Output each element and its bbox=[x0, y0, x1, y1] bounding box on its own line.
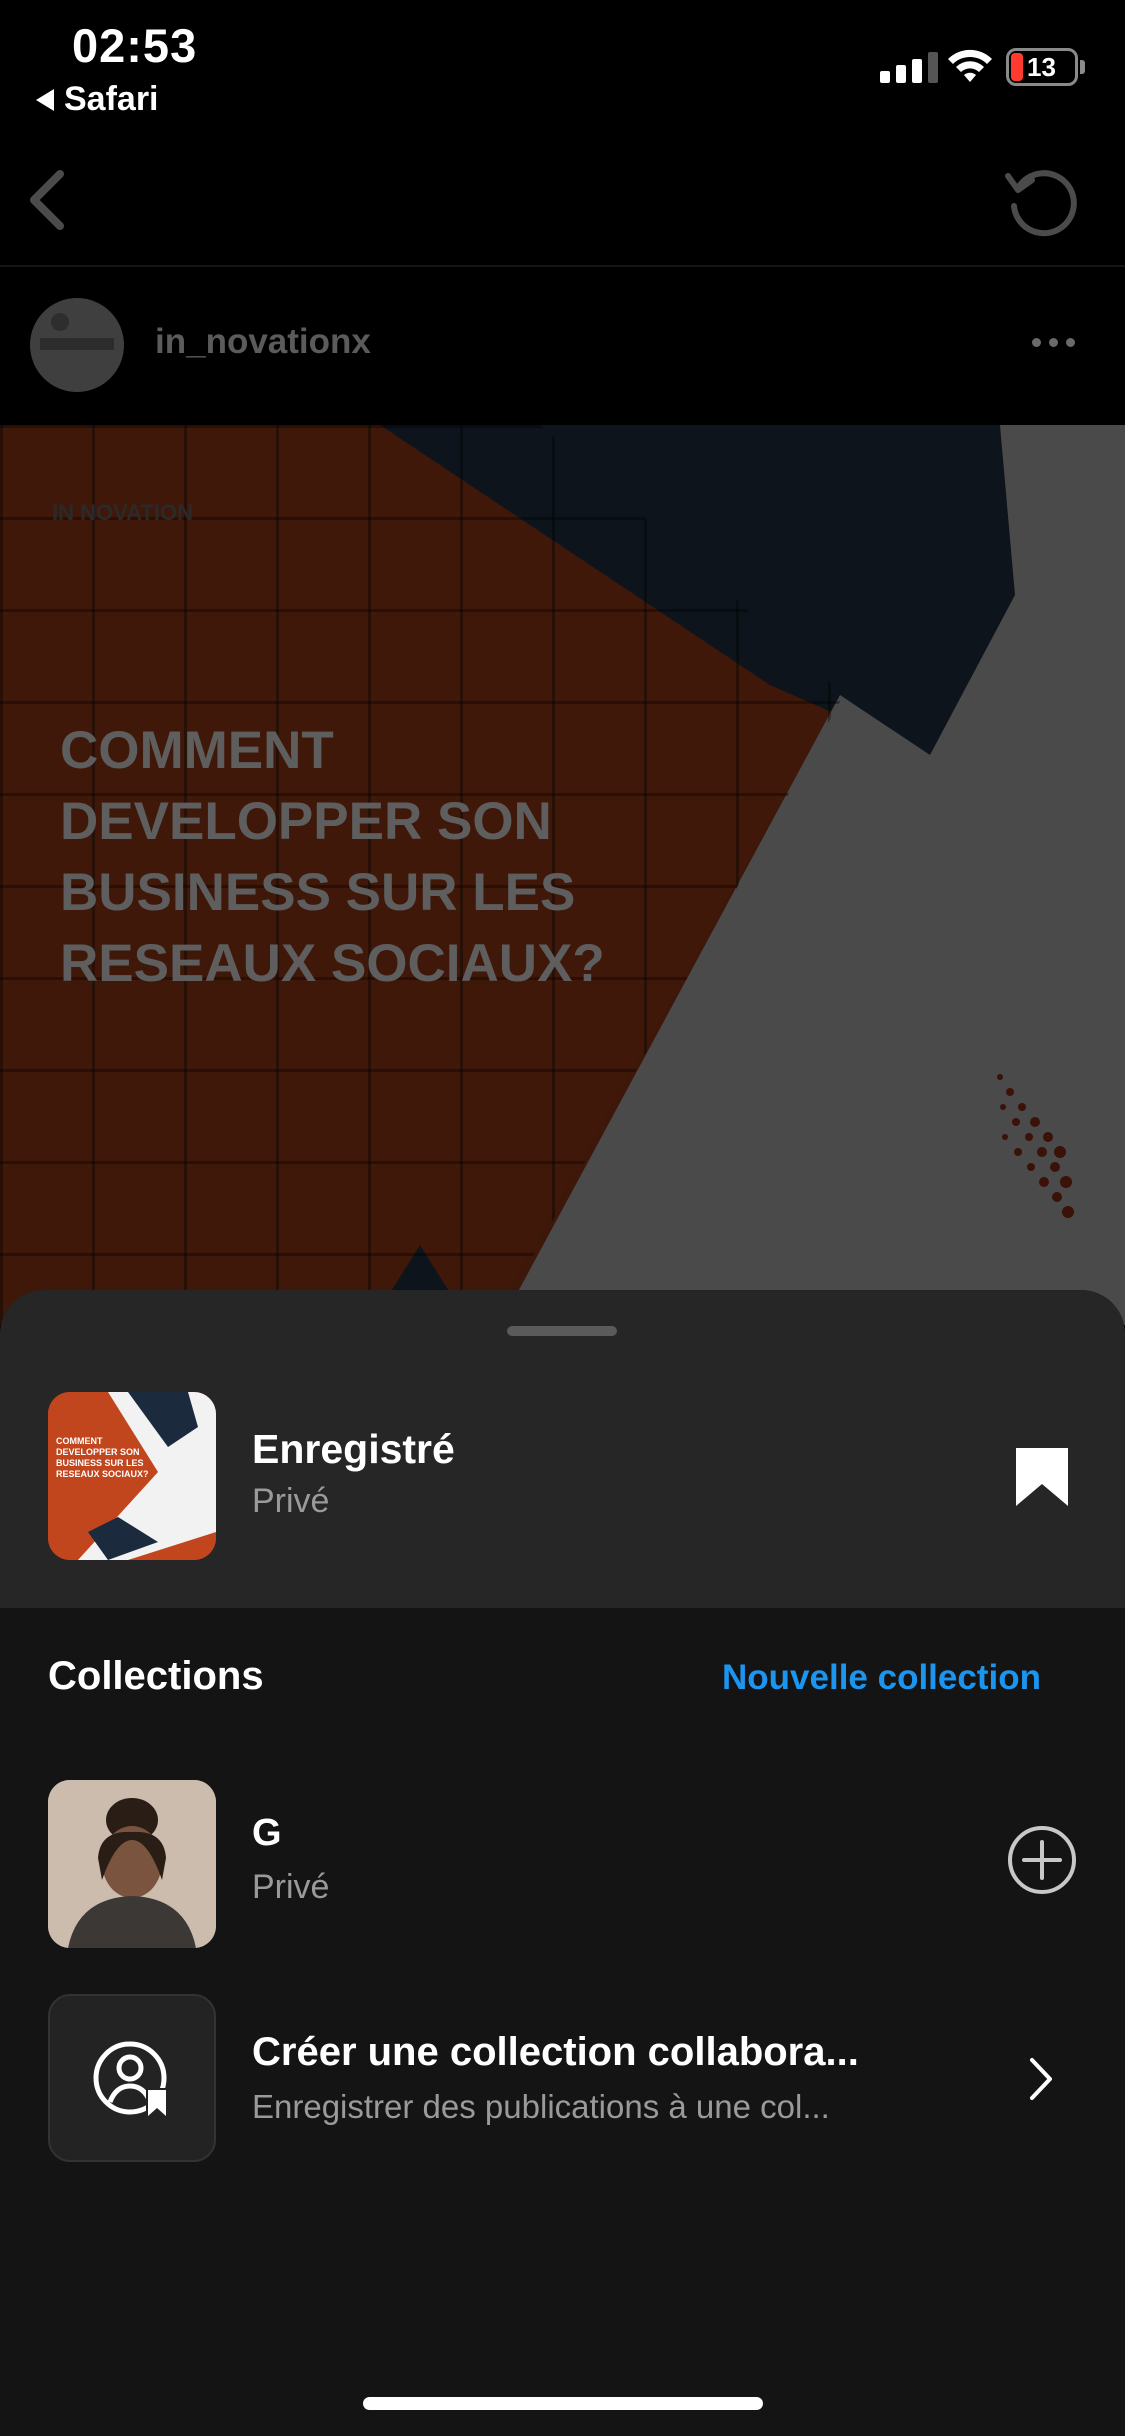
status-time: 02:53 bbox=[72, 19, 198, 72]
collection-privacy: Privé bbox=[252, 1868, 330, 1906]
sheet-grabber[interactable] bbox=[507, 1326, 617, 1336]
save-sheet: COMMENT DEVELOPPER SON BUSINESS SUR LES … bbox=[0, 1290, 1125, 2436]
lightbulb-icon bbox=[30, 298, 124, 392]
divider bbox=[0, 265, 1125, 267]
collab-collection-subtitle: Enregistrer des publications à une col..… bbox=[252, 2088, 830, 2125]
collab-collection-title: Créer une collection collabora... bbox=[252, 2030, 859, 2074]
collection-title: G bbox=[252, 1812, 282, 1854]
saved-title: Enregistré bbox=[252, 1426, 455, 1472]
back-chevron-icon[interactable] bbox=[18, 160, 78, 240]
refresh-icon[interactable] bbox=[1000, 158, 1084, 242]
collab-user-bookmark-icon bbox=[93, 2041, 168, 2116]
post-logo: IN NOVATION bbox=[52, 500, 193, 525]
back-triangle-icon bbox=[36, 88, 54, 111]
post-headline: COMMENT DEVELOPPER SON BUSINESS SUR LES … bbox=[60, 721, 605, 993]
home-indicator[interactable] bbox=[363, 2397, 763, 2410]
collab-collection-thumbnail[interactable] bbox=[48, 1994, 216, 2162]
cellular-signal-icon bbox=[880, 52, 938, 83]
add-circle-icon[interactable] bbox=[1006, 1824, 1078, 1896]
post-image: IN NOVATION COMMENT DEVELOPPER SON BUSIN… bbox=[0, 425, 1125, 1325]
collections-heading: Collections bbox=[48, 1654, 264, 1698]
battery-level: 13 bbox=[1027, 52, 1056, 82]
more-options-icon[interactable] bbox=[1032, 338, 1075, 347]
saved-thumbnail-text: COMMENT DEVELOPPER SON BUSINESS SUR LES … bbox=[56, 1436, 149, 1479]
battery-icon: 13 bbox=[1006, 48, 1078, 86]
saved-thumbnail[interactable]: COMMENT DEVELOPPER SON BUSINESS SUR LES … bbox=[48, 1392, 216, 1560]
chevron-right-icon[interactable] bbox=[1026, 2056, 1056, 2102]
profile-avatar[interactable] bbox=[30, 298, 124, 392]
back-to-app-link[interactable]: Safari bbox=[36, 80, 159, 119]
back-app-label: Safari bbox=[64, 80, 159, 118]
post-username[interactable]: in_novationx bbox=[155, 322, 371, 362]
collection-photo bbox=[48, 1780, 216, 1948]
collection-thumbnail[interactable] bbox=[48, 1780, 216, 1948]
wifi-icon bbox=[948, 49, 992, 82]
saved-privacy: Privé bbox=[252, 1482, 330, 1520]
bookmark-filled-icon[interactable] bbox=[1014, 1446, 1070, 1508]
new-collection-button[interactable]: Nouvelle collection bbox=[722, 1658, 1041, 1698]
battery-cap bbox=[1080, 60, 1085, 74]
